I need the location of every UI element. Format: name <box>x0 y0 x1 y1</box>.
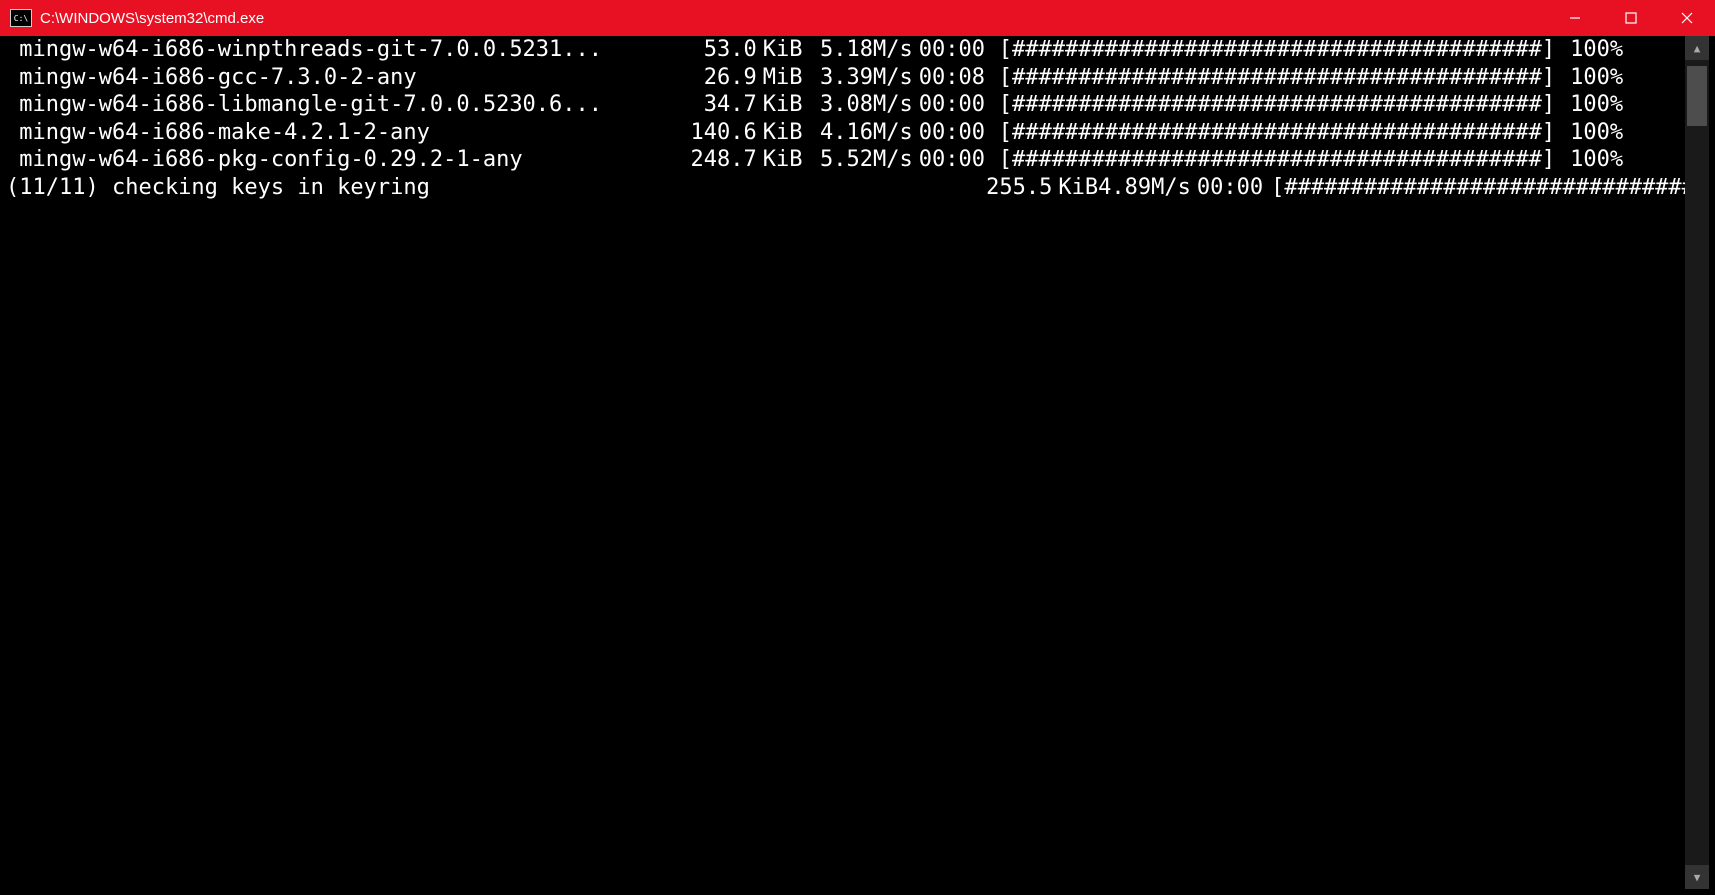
console-line: mingw-w64-i686-make-4.2.1-2-any 140.6KiB… <box>6 119 1685 147</box>
cmd-icon: C:\ <box>10 9 32 27</box>
titlebar[interactable]: C:\ C:\WINDOWS\system32\cmd.exe <box>0 0 1715 36</box>
close-button[interactable] <box>1659 0 1715 36</box>
vertical-scrollbar[interactable]: ▲ ▼ <box>1685 36 1709 889</box>
console-line: mingw-w64-i686-winpthreads-git-7.0.0.523… <box>6 36 1685 64</box>
window-title: C:\WINDOWS\system32\cmd.exe <box>40 10 264 27</box>
console-line: (11/11) checking keys in keyring 255.5Ki… <box>6 174 1685 202</box>
minimize-button[interactable] <box>1547 0 1603 36</box>
console-output[interactable]: mingw-w64-i686-winpthreads-git-7.0.0.523… <box>6 36 1685 889</box>
console-line: mingw-w64-i686-libmangle-git-7.0.0.5230.… <box>6 91 1685 119</box>
maximize-button[interactable] <box>1603 0 1659 36</box>
scrollbar-thumb[interactable] <box>1687 66 1707 126</box>
console-line: mingw-w64-i686-pkg-config-0.29.2-1-any 2… <box>6 146 1685 174</box>
console-line: mingw-w64-i686-gcc-7.3.0-2-any 26.9MiB3.… <box>6 64 1685 92</box>
scroll-down-button[interactable]: ▼ <box>1685 865 1709 889</box>
scroll-up-button[interactable]: ▲ <box>1685 36 1709 60</box>
